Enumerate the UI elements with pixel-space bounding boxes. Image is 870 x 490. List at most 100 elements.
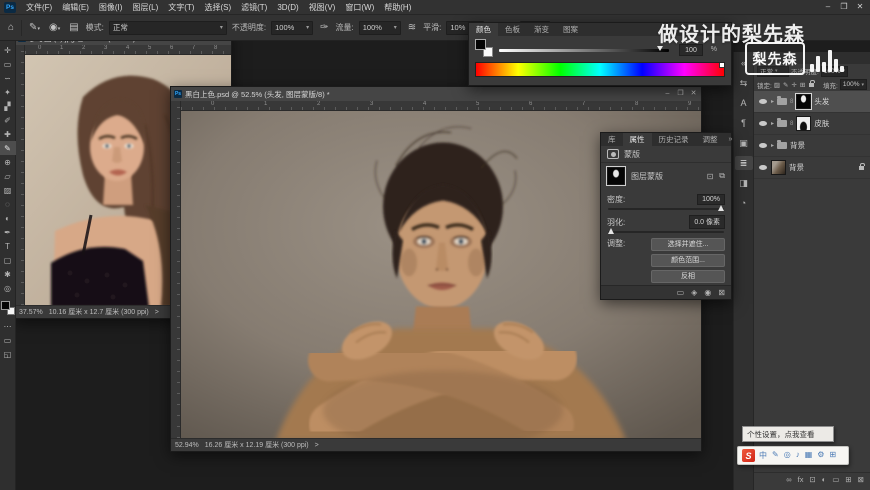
color-panel-tab[interactable]: 颜色 — [469, 23, 498, 36]
brush-preset-icon[interactable]: ✎▾ — [27, 22, 42, 33]
mask-link-icon[interactable]: 8 — [790, 121, 793, 127]
delete-layer-icon[interactable]: ⊠ — [858, 475, 864, 484]
doc-window-control[interactable]: ❐ — [674, 87, 687, 101]
select-and-mask-button[interactable]: 选择并遮住... — [651, 238, 725, 251]
add-mask-icon[interactable]: ⊡ — [809, 475, 815, 484]
doc-window-control[interactable]: ✕ — [687, 87, 700, 101]
sogou-logo[interactable]: S — [742, 449, 755, 462]
lock-artboard-icon[interactable]: ⊞ — [800, 81, 805, 89]
menu-item[interactable]: 视图(V) — [304, 0, 341, 15]
mask-to-selection-icon[interactable]: ▭ — [677, 288, 685, 297]
window-control[interactable]: ✕ — [852, 0, 868, 13]
mask-link-icon[interactable]: 8 — [790, 99, 793, 105]
foreground-color-swatch[interactable] — [1, 301, 10, 310]
character-panel-icon[interactable]: A — [735, 96, 753, 110]
eraser-tool[interactable]: ▱ — [0, 169, 16, 183]
lock-pixels-icon[interactable]: ✎ — [783, 81, 788, 89]
edit-toolbar[interactable]: ⋯ — [0, 319, 16, 333]
menu-item[interactable]: 帮助(H) — [379, 0, 416, 15]
libraries-panel-icon[interactable]: ▣ — [735, 136, 753, 150]
document-titlebar[interactable]: Ps 黑白上色.psd @ 52.5% (头发, 图层蒙版/8) * –❐✕ — [171, 87, 701, 101]
toggle-brush-panel-icon[interactable]: ▤ — [67, 22, 80, 33]
ime-keyboard-icon[interactable]: ▦ — [805, 450, 813, 461]
density-value[interactable]: 100% — [697, 194, 725, 205]
layer-row-skin[interactable]: ▸ 8 皮肤 — [754, 113, 870, 135]
dodge-tool[interactable]: ◐ — [0, 211, 16, 225]
panel-menu-icon[interactable]: » — [725, 136, 737, 143]
status-arrow[interactable]: > — [315, 442, 319, 449]
brush-tool[interactable]: ✎ — [0, 141, 16, 155]
expand-group-icon[interactable]: ▸ — [771, 142, 774, 149]
zoom-level[interactable]: 52.94% — [175, 442, 199, 449]
apply-mask-icon[interactable]: ◈ — [691, 288, 697, 297]
clone-stamp-tool[interactable]: ⊕ — [0, 155, 16, 169]
mask-thumbnail[interactable] — [796, 116, 811, 131]
new-layer-icon[interactable]: ⊞ — [845, 475, 851, 484]
layer-fill-select[interactable]: 100%▾ — [840, 79, 867, 90]
menu-item[interactable]: 图像(I) — [94, 0, 128, 15]
ime-emoji-icon[interactable]: ◎ — [784, 450, 791, 461]
shape-tool[interactable]: ▢ — [0, 253, 16, 267]
status-arrow[interactable]: > — [155, 309, 159, 316]
ime-lang-icon[interactable]: 中 — [759, 450, 767, 461]
foreground-background-swatch[interactable] — [1, 301, 15, 315]
layer-row-hair[interactable]: ▸ 8 头发 — [754, 91, 870, 113]
ime-pen-icon[interactable]: ✎ — [772, 450, 779, 461]
pressure-opacity-icon[interactable]: ✑ — [318, 22, 330, 33]
doc-window-control[interactable]: – — [661, 87, 674, 101]
new-group-icon[interactable]: ▭ — [832, 475, 839, 484]
color-panel-tab[interactable]: 图案 — [556, 23, 585, 36]
adjustment-layer-icon[interactable]: ◐ — [822, 475, 827, 484]
paragraph-panel-icon[interactable]: ¶ — [735, 116, 753, 130]
ime-skin-icon[interactable]: ⊞ — [829, 450, 836, 461]
white-corner-swatch[interactable] — [719, 63, 724, 68]
link-layers-icon[interactable]: ∞ — [786, 475, 791, 484]
menu-item[interactable]: 3D(D) — [272, 0, 303, 15]
vertical-ruler[interactable] — [171, 101, 181, 438]
histogram-panel-icon[interactable]: ◔ — [735, 196, 753, 210]
add-pixel-mask-icon[interactable]: ⊡ — [707, 172, 714, 181]
layer-name[interactable]: 皮肤 — [814, 118, 829, 129]
lock-position-icon[interactable]: ✛ — [791, 81, 796, 89]
brush-tip-icon[interactable]: ◉▾ — [47, 22, 62, 33]
ime-settings-icon[interactable]: ⚙ — [817, 450, 824, 461]
layer-visibility-toggle[interactable] — [757, 99, 768, 104]
blur-tool[interactable]: ◌ — [0, 197, 16, 211]
mask-thumbnail[interactable] — [796, 94, 811, 109]
eyedropper-tool[interactable]: ✐ — [0, 113, 16, 127]
lasso-tool[interactable]: ∽ — [0, 71, 16, 85]
lock-all-icon[interactable] — [809, 83, 814, 87]
screen-mode[interactable]: ◱ — [0, 347, 16, 361]
menu-item[interactable]: 窗口(W) — [340, 0, 379, 15]
color-spectrum-ramp[interactable] — [475, 62, 725, 77]
density-slider[interactable] — [608, 208, 724, 210]
color-panel-tab[interactable]: 渐变 — [527, 23, 556, 36]
color-range-button[interactable]: 颜色范围... — [651, 254, 725, 267]
feather-slider[interactable] — [608, 231, 724, 233]
menu-item[interactable]: 文件(F) — [21, 0, 57, 15]
slider-thumb-icon[interactable] — [608, 228, 614, 234]
flow-select[interactable]: 100%▾ — [359, 21, 401, 35]
layer-row-bg-group[interactable]: ▸ 背景 — [754, 135, 870, 157]
properties-tab[interactable]: 属性 — [623, 133, 652, 146]
properties-tab[interactable]: 调整 — [696, 133, 725, 146]
lightness-slider[interactable] — [499, 49, 669, 52]
type-tool[interactable]: T — [0, 239, 16, 253]
layer-name[interactable]: 背景 — [789, 162, 804, 173]
delete-mask-icon[interactable]: ⊠ — [718, 288, 725, 297]
properties-panel-icon[interactable]: ≣ — [735, 156, 753, 170]
zoom-tool[interactable]: ◎ — [0, 281, 16, 295]
window-control[interactable]: ❐ — [836, 0, 852, 13]
lock-transparency-icon[interactable]: ▨ — [774, 81, 780, 89]
home-icon[interactable]: ⌂ — [6, 22, 16, 33]
quick-mask[interactable]: ▭ — [0, 333, 16, 347]
add-vector-mask-icon[interactable]: ⧉ — [719, 171, 725, 181]
properties-tab[interactable]: 历史记录 — [652, 133, 696, 146]
move-tool[interactable]: ✛ — [0, 43, 16, 57]
expand-group-icon[interactable]: ▸ — [771, 98, 774, 105]
layer-visibility-toggle[interactable] — [757, 143, 768, 148]
layer-style-icon[interactable]: fx — [798, 475, 804, 484]
menu-item[interactable]: 文字(T) — [163, 0, 199, 15]
pen-tool[interactable]: ✒ — [0, 225, 16, 239]
horizontal-ruler[interactable]: 0123456789 — [181, 101, 701, 111]
